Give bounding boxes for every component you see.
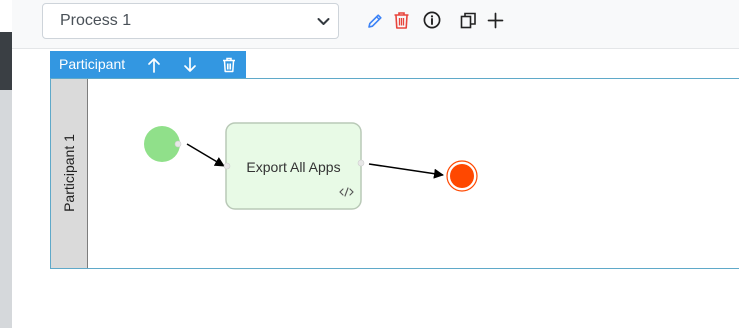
bpmn-diagram: Export All Apps <box>144 122 478 210</box>
task-export-all-apps[interactable]: Export All Apps <box>225 122 362 210</box>
start-event[interactable] <box>144 126 180 162</box>
sequence-flow-start-to-task[interactable] <box>186 143 225 167</box>
task-label: Export All Apps <box>246 159 340 175</box>
connection-handle[interactable] <box>174 140 182 148</box>
connection-handle[interactable] <box>223 162 231 170</box>
end-event[interactable] <box>446 160 478 192</box>
connection-handle[interactable] <box>357 159 365 167</box>
sequence-flow-task-to-end[interactable] <box>368 163 444 179</box>
